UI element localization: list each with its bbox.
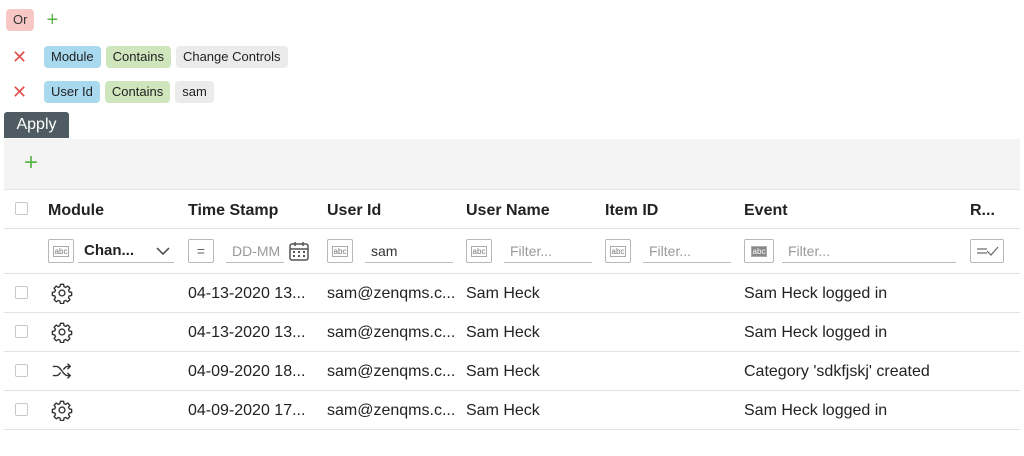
condition-value-chip[interactable]: Change Controls: [175, 46, 288, 68]
add-condition-icon[interactable]: +: [46, 10, 58, 30]
column-header-module[interactable]: Module: [48, 202, 104, 220]
text-filter-icon[interactable]: abc: [48, 239, 74, 263]
table-row[interactable]: 04-13-2020 13... sam@zenqms.c... Sam Heck S…: [4, 313, 1020, 352]
condition-field-chip[interactable]: Module: [44, 46, 101, 68]
chevron-down-icon: [156, 247, 170, 256]
calendar-icon[interactable]: [288, 240, 310, 262]
event-filter-input[interactable]: Filter...: [782, 239, 956, 263]
cell-username: Sam Heck: [466, 324, 540, 341]
equals-filter-icon[interactable]: =: [188, 239, 214, 263]
grid-header: Module Time Stamp User Id User Name Item…: [4, 189, 1020, 229]
table-row[interactable]: 04-09-2020 17... sam@zenqms.c... Sam Heck S…: [4, 391, 1020, 430]
cell-username: Sam Heck: [466, 363, 540, 380]
condition-operator-chip[interactable]: Contains: [105, 46, 171, 68]
timestamp-filter-input[interactable]: DD-MM: [226, 239, 284, 263]
filter-row: abc Chan... = DD-MM abc sam abc Filter..…: [4, 229, 1020, 274]
cell-timestamp: 04-09-2020 18...: [188, 363, 306, 380]
itemid-filter-input[interactable]: Filter...: [643, 239, 731, 263]
column-header-event[interactable]: Event: [744, 202, 788, 220]
table-row[interactable]: 04-13-2020 13... sam@zenqms.c... Sam Heck S…: [4, 274, 1020, 313]
module-filter-select[interactable]: Chan...: [78, 239, 174, 263]
audit-grid: Module Time Stamp User Id User Name Item…: [4, 189, 1020, 430]
text-filter-icon[interactable]: abc: [605, 239, 631, 263]
row-checkbox[interactable]: [15, 364, 28, 377]
gear-icon: [51, 321, 73, 344]
cell-userid: sam@zenqms.c...: [327, 324, 456, 341]
equals-check-filter-icon[interactable]: [970, 239, 1004, 263]
cell-event: Sam Heck logged in: [744, 285, 888, 302]
row-checkbox[interactable]: [15, 325, 28, 338]
condition-operator-chip[interactable]: Contains: [104, 81, 171, 103]
text-filter-icon[interactable]: abc: [327, 239, 353, 263]
text-filter-icon[interactable]: abc: [744, 239, 774, 263]
cell-username: Sam Heck: [466, 402, 540, 419]
select-all-checkbox[interactable]: [15, 202, 28, 215]
module-filter-value: Chan...: [84, 242, 135, 259]
cell-timestamp: 04-13-2020 13...: [188, 324, 306, 341]
remove-condition-icon[interactable]: ✕: [12, 48, 34, 66]
cell-timestamp: 04-13-2020 13...: [188, 285, 306, 302]
column-header-userid[interactable]: User Id: [327, 202, 381, 220]
shuffle-icon: [51, 360, 73, 382]
filter-builder: Or + ✕ Module Contains Change Controls ✕…: [0, 0, 1024, 140]
cell-userid: sam@zenqms.c...: [327, 402, 456, 419]
username-filter-input[interactable]: Filter...: [504, 239, 592, 263]
add-row-icon[interactable]: +: [24, 151, 38, 175]
gear-icon: [51, 282, 73, 305]
row-checkbox[interactable]: [15, 403, 28, 416]
column-header-timestamp[interactable]: Time Stamp: [188, 202, 278, 220]
condition-value-chip[interactable]: sam: [175, 81, 214, 103]
gear-icon: [51, 399, 73, 422]
condition-field-chip[interactable]: User Id: [44, 81, 100, 103]
row-checkbox[interactable]: [15, 286, 28, 299]
cell-event: Sam Heck logged in: [744, 324, 888, 341]
table-row[interactable]: 04-09-2020 18... sam@zenqms.c... Sam Heck C…: [4, 352, 1020, 391]
filter-condition-module: ✕ Module Contains Change Controls: [12, 46, 293, 68]
column-header-username[interactable]: User Name: [466, 202, 550, 220]
cell-timestamp: 04-09-2020 17...: [188, 402, 306, 419]
filter-logic-row: Or +: [6, 9, 58, 31]
filter-condition-userid: ✕ User Id Contains sam: [12, 81, 219, 103]
cell-event: Sam Heck logged in: [744, 402, 888, 419]
remove-condition-icon[interactable]: ✕: [12, 83, 34, 101]
cell-userid: sam@zenqms.c...: [327, 363, 456, 380]
text-filter-icon[interactable]: abc: [466, 239, 492, 263]
cell-userid: sam@zenqms.c...: [327, 285, 456, 302]
userid-filter-input[interactable]: sam: [365, 239, 453, 263]
apply-button[interactable]: Apply: [4, 112, 69, 138]
column-header-itemid[interactable]: Item ID: [605, 202, 658, 220]
cell-username: Sam Heck: [466, 285, 540, 302]
cell-event: Category 'sdkfjskj' created: [744, 363, 930, 380]
logic-or-chip[interactable]: Or: [6, 9, 35, 31]
column-header-r[interactable]: R...: [970, 202, 995, 220]
equals-check-icon: [977, 246, 999, 256]
grid-toolbar: +: [4, 139, 1020, 189]
